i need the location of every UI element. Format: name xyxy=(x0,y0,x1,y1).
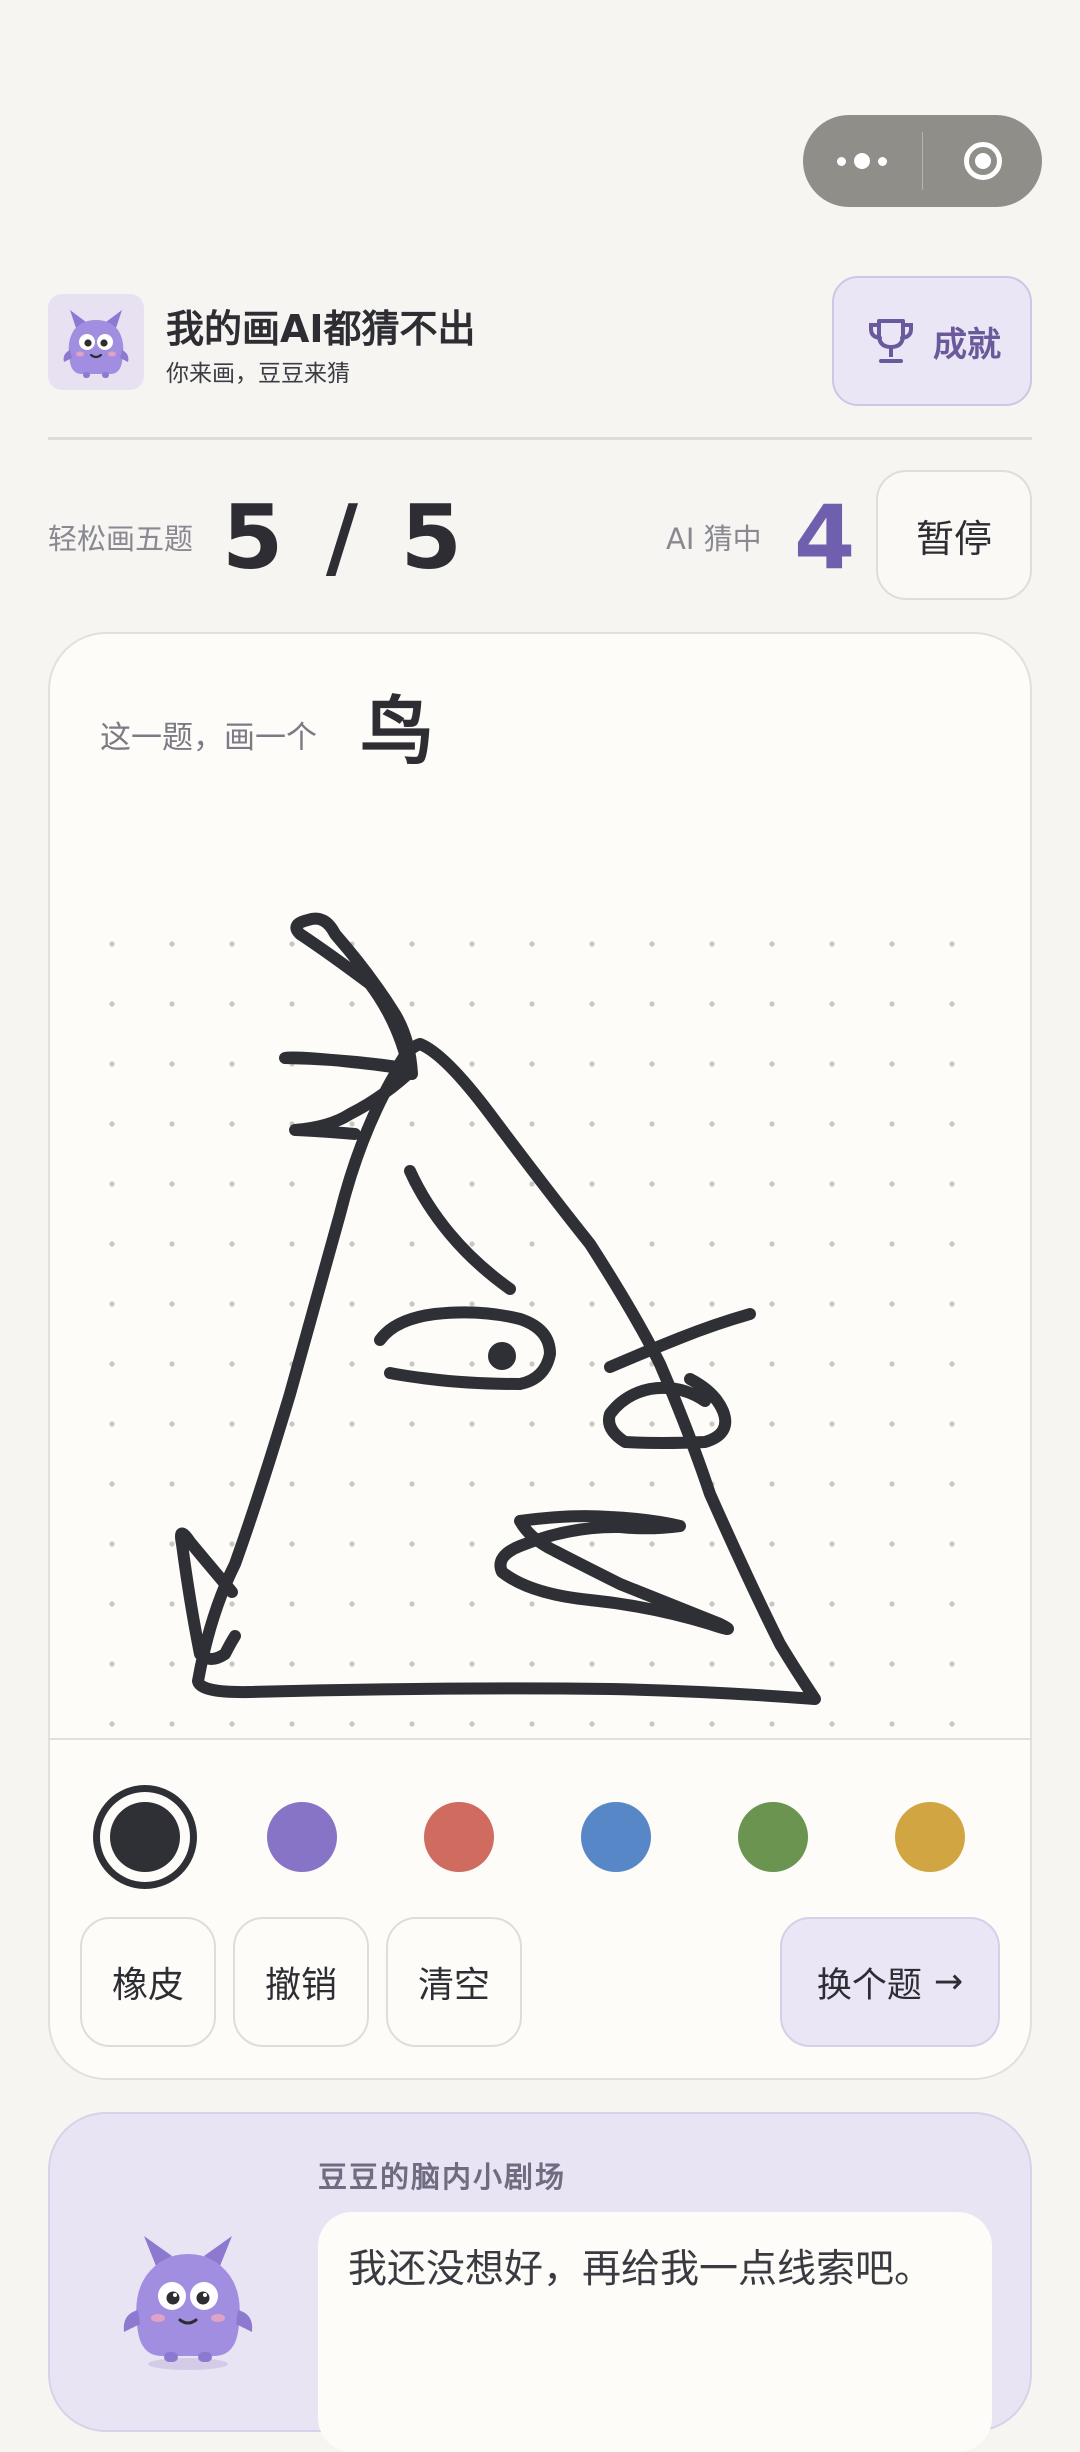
ai-guessed-label: AI 猜中 xyxy=(666,522,762,556)
color-swatch-green[interactable] xyxy=(738,1802,808,1872)
ai-guessed-count: 4 xyxy=(794,486,856,589)
next-prompt-button[interactable]: 换个题 → xyxy=(780,1917,1000,2047)
undo-button[interactable]: 撤销 xyxy=(233,1917,369,2047)
color-swatch-blue[interactable] xyxy=(581,1802,651,1872)
ai-thoughts-bubble: 我还没想好，再给我一点线索吧。 xyxy=(318,2212,992,2452)
achievements-label: 成就 xyxy=(933,324,1001,365)
prompt-label: 这一题，画一个 xyxy=(100,720,317,756)
color-swatch-yellow[interactable] xyxy=(895,1802,965,1872)
app-header: 我的画AI都猜不出 你来画，豆豆来猜 成就 xyxy=(48,276,1032,408)
more-menu-button[interactable] xyxy=(803,115,922,207)
app-subtitle: 你来画，豆豆来猜 xyxy=(166,361,350,387)
tool-bar: 橡皮 撤销 清空 换个题 → xyxy=(80,1917,1000,2049)
app-title: 我的画AI都猜不出 xyxy=(166,307,476,351)
more-dots-icon xyxy=(837,153,888,169)
color-swatch-purple[interactable] xyxy=(267,1802,337,1872)
drawing-card: 这一题，画一个 鸟 橡皮 撤销 清空 换个题 → xyxy=(48,632,1032,2080)
miniprogram-capsule xyxy=(803,115,1042,207)
mascot-icon xyxy=(123,2236,253,2370)
eraser-button[interactable]: 橡皮 xyxy=(80,1917,216,2047)
next-prompt-label: 换个题 xyxy=(816,1965,922,2006)
round-label: 轻松画五题 xyxy=(48,522,194,556)
app-logo xyxy=(48,294,144,390)
target-icon xyxy=(963,142,1002,180)
arrow-right-icon: → xyxy=(933,1962,964,2002)
drawing-canvas[interactable] xyxy=(50,774,1030,1774)
card-divider xyxy=(50,1738,1030,1740)
prompt-word: 鸟 xyxy=(360,689,434,775)
header-divider xyxy=(48,437,1032,440)
dot-grid xyxy=(109,941,955,1727)
round-count: 5 / 5 xyxy=(222,486,468,589)
mascot-icon xyxy=(63,310,129,378)
bird-drawing xyxy=(175,912,821,1705)
stats-row: 轻松画五题 5 / 5 AI 猜中 4 暂停 xyxy=(48,470,1032,602)
ai-thoughts-title: 豆豆的脑内小剧场 xyxy=(318,2160,567,2194)
pause-button[interactable]: 暂停 xyxy=(876,470,1032,600)
ai-thoughts-card: 豆豆的脑内小剧场 我还没想好，再给我一点线索吧。 xyxy=(48,2112,1032,2452)
trophy-icon xyxy=(869,319,913,363)
color-swatch-black[interactable] xyxy=(110,1802,180,1872)
color-palette xyxy=(50,1782,1030,1892)
achievements-button[interactable]: 成就 xyxy=(832,276,1032,406)
clear-button[interactable]: 清空 xyxy=(386,1917,522,2047)
color-swatch-red[interactable] xyxy=(424,1802,494,1872)
close-miniprogram-button[interactable] xyxy=(923,115,1042,207)
